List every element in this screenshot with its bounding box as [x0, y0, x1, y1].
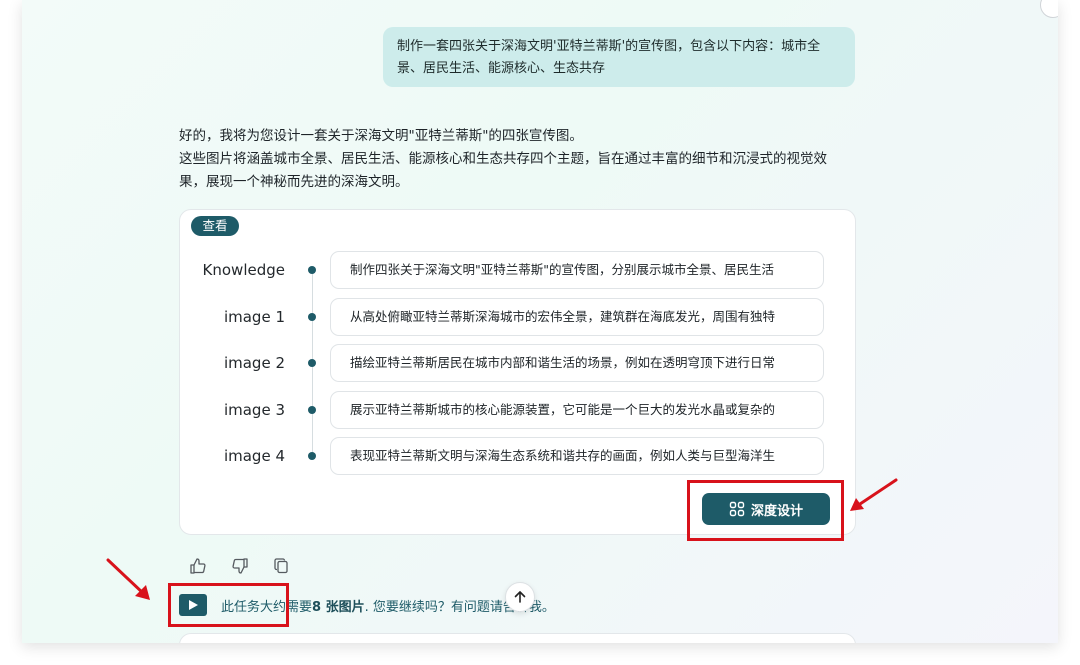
row-label: image 1 — [223, 308, 285, 326]
annotation-arrow-left — [106, 558, 150, 600]
timeline-dot — [308, 359, 316, 367]
plan-row-knowledge: Knowledge 制作四张关于深海文明"亚特兰蒂斯"的宣传图，分别展示城市全景… — [180, 251, 857, 289]
assistant-reply-line-1: 好的，我将为您设计一套关于深海文明"亚特兰蒂斯"的四张宣传图。 — [179, 128, 583, 144]
row-prompt-box[interactable]: 制作四张关于深海文明"亚特兰蒂斯"的宣传图，分别展示城市全景、居民生活 — [330, 251, 824, 289]
annotation-arrow-right — [850, 478, 898, 511]
row-label: image 2 — [223, 354, 285, 372]
view-chip[interactable]: 查看 — [191, 216, 239, 236]
plan-row-image-4: image 4 表现亚特兰蒂斯文明与深海生态系统和谐共存的画面，例如人类与巨型海… — [180, 437, 857, 475]
timeline-dot — [308, 452, 316, 460]
timeline-dot — [308, 266, 316, 274]
timeline-dot — [308, 313, 316, 321]
plan-row-image-2: image 2 描绘亚特兰蒂斯居民在城市内部和谐生活的场景，例如在透明穹顶下进行… — [180, 344, 857, 382]
window-corner-button[interactable] — [1040, 0, 1058, 18]
plan-row-image-3: image 3 展示亚特兰蒂斯城市的核心能源装置，它可能是一个巨大的发光水晶或复… — [180, 391, 857, 429]
plan-row-image-1: image 1 从高处俯瞰亚特兰蒂斯深海城市的宏伟全景，建筑群在海底发光，周围有… — [180, 298, 857, 336]
chat-input-box[interactable] — [179, 633, 856, 643]
row-label: image 4 — [223, 447, 285, 465]
row-prompt-box[interactable]: 表现亚特兰蒂斯文明与深海生态系统和谐共存的画面，例如人类与巨型海洋生 — [330, 437, 824, 475]
annotation-highlight-play — [168, 583, 289, 627]
user-message-line-2: 景、居民生活、能源核心、生态共存 — [397, 61, 606, 76]
thumbs-up-icon — [190, 558, 206, 574]
copy-button[interactable] — [271, 555, 293, 577]
user-message-line-1: 制作一套四张关于深海文明'亚特兰蒂斯'的宣传图，包含以下内容：城市全 — [397, 39, 821, 54]
assistant-reply-line-2: 这些图片将涵盖城市全景、居民生活、能源核心和生态共存四个主题，旨在通过丰富的细节… — [179, 151, 827, 167]
thumbs-up-button[interactable] — [187, 555, 209, 577]
user-message-bubble: 制作一套四张关于深海文明'亚特兰蒂斯'的宣传图，包含以下内容：城市全 景、居民生… — [383, 27, 855, 87]
thumbs-down-button[interactable] — [229, 555, 251, 577]
chat-window: 制作一套四张关于深海文明'亚特兰蒂斯'的宣传图，包含以下内容：城市全 景、居民生… — [22, 0, 1058, 643]
thumbs-down-icon — [232, 558, 248, 574]
scroll-to-top-button[interactable] — [505, 582, 535, 612]
row-label: image 3 — [223, 401, 285, 419]
timeline-dot — [308, 406, 316, 414]
annotation-highlight-deep-design — [687, 480, 844, 541]
task-prompt-image-count: 8 张图片 — [312, 599, 365, 615]
assistant-reply: 好的，我将为您设计一套关于深海文明"亚特兰蒂斯"的四张宣传图。 这些图片将涵盖城… — [179, 125, 879, 194]
assistant-reply-line-3: 果，展现一个神秘而先进的深海文明。 — [179, 174, 409, 190]
row-prompt-box[interactable]: 描绘亚特兰蒂斯居民在城市内部和谐生活的场景，例如在透明穹顶下进行日常 — [330, 344, 824, 382]
row-prompt-box[interactable]: 展示亚特兰蒂斯城市的核心能源装置，它可能是一个巨大的发光水晶或复杂的 — [330, 391, 824, 429]
row-label: Knowledge — [202, 261, 285, 279]
arrow-up-icon — [514, 591, 526, 603]
copy-icon — [274, 558, 288, 574]
row-prompt-box[interactable]: 从高处俯瞰亚特兰蒂斯深海城市的宏伟全景，建筑群在海底发光，周围有独特 — [330, 298, 824, 336]
message-actions — [187, 555, 293, 577]
